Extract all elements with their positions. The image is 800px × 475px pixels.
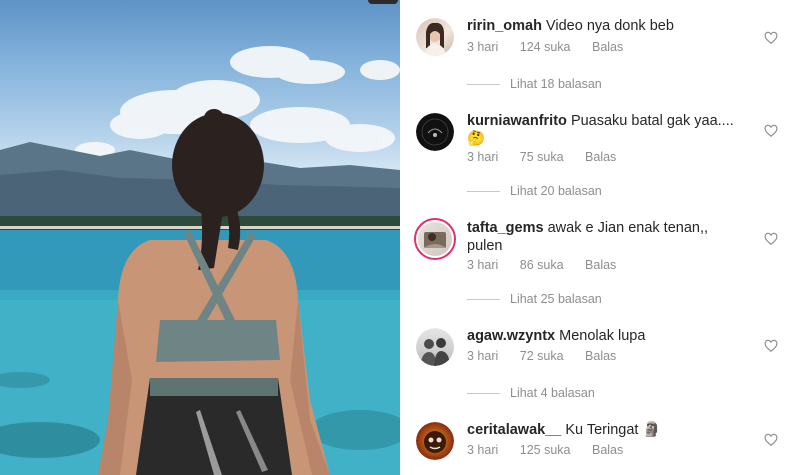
- reply-button[interactable]: Balas: [585, 258, 616, 272]
- user-photo-icon: [424, 431, 446, 453]
- comment-likes[interactable]: 124 suka: [520, 40, 571, 54]
- top-indicator-bar: [368, 0, 398, 4]
- user-photo-icon: [421, 118, 449, 146]
- avatar[interactable]: [416, 328, 454, 366]
- comment-time: 3 hari: [467, 443, 499, 457]
- replies-divider: [467, 298, 500, 300]
- replies-divider: [467, 190, 500, 192]
- comment-likes[interactable]: 86 suka: [520, 258, 564, 272]
- reply-button[interactable]: Balas: [585, 349, 616, 363]
- comment-username[interactable]: ririn_omah: [467, 18, 542, 34]
- view-replies-label: Lihat 25 balasan: [510, 292, 602, 306]
- reply-button[interactable]: Balas: [585, 150, 616, 164]
- user-photo-icon: [424, 232, 446, 248]
- comment-username[interactable]: ceritalawak__: [467, 422, 561, 438]
- post-photo[interactable]: [0, 0, 400, 475]
- comment-time: 3 hari: [467, 150, 499, 164]
- view-replies-button[interactable]: Lihat 4 balasan: [467, 386, 595, 400]
- replies-divider: [467, 83, 500, 85]
- moai-emoji: 🗿: [642, 422, 661, 438]
- beach-photo-illustration: [0, 46, 400, 475]
- comment-likes[interactable]: 72 suka: [520, 349, 564, 363]
- avatar[interactable]: [416, 422, 454, 460]
- user-photo-icon: [424, 22, 446, 56]
- comment-username[interactable]: tafta_gems: [467, 220, 544, 236]
- comment-time: 3 hari: [467, 349, 499, 363]
- comment-text: Ku Teringat: [565, 422, 639, 438]
- view-replies-button[interactable]: Lihat 18 balasan: [467, 77, 602, 91]
- heart-outline-icon[interactable]: [764, 232, 778, 246]
- view-replies-label: Lihat 4 balasan: [510, 386, 595, 400]
- comment-text: Video nya donk beb: [545, 18, 674, 34]
- comment-likes[interactable]: 125 suka: [520, 443, 571, 457]
- avatar-with-story-ring[interactable]: [414, 218, 456, 260]
- view-replies-button[interactable]: Lihat 25 balasan: [467, 292, 602, 306]
- heart-outline-icon[interactable]: [764, 124, 778, 138]
- thinking-face-emoji: 🤔: [467, 131, 486, 147]
- comment-username[interactable]: kurniawanfrito: [467, 113, 567, 129]
- user-photo-icon: [420, 338, 450, 366]
- reply-button[interactable]: Balas: [592, 443, 623, 457]
- avatar[interactable]: [416, 18, 454, 56]
- comment-username[interactable]: agaw.wzyntx: [467, 328, 555, 344]
- comment-text-line2: pulen: [467, 238, 503, 254]
- comment-time: 3 hari: [467, 258, 499, 272]
- comment-text: Menolak lupa: [559, 328, 646, 344]
- heart-outline-icon[interactable]: [764, 433, 778, 447]
- comment-text: Puasaku batal gak yaa....: [570, 113, 734, 129]
- reply-button[interactable]: Balas: [592, 40, 623, 54]
- comment-text: awak e Jian enak tenan,,: [547, 220, 709, 236]
- heart-outline-icon[interactable]: [764, 339, 778, 353]
- view-replies-label: Lihat 20 balasan: [510, 184, 602, 198]
- heart-outline-icon[interactable]: [764, 31, 778, 45]
- replies-divider: [467, 392, 500, 394]
- view-replies-button[interactable]: Lihat 20 balasan: [467, 184, 602, 198]
- comment-time: 3 hari: [467, 40, 499, 54]
- avatar[interactable]: [416, 113, 454, 151]
- comments-panel: ririn_omah Video nya donk beb 3 hari 124…: [400, 0, 800, 475]
- view-replies-label: Lihat 18 balasan: [510, 77, 602, 91]
- comment-likes[interactable]: 75 suka: [520, 150, 564, 164]
